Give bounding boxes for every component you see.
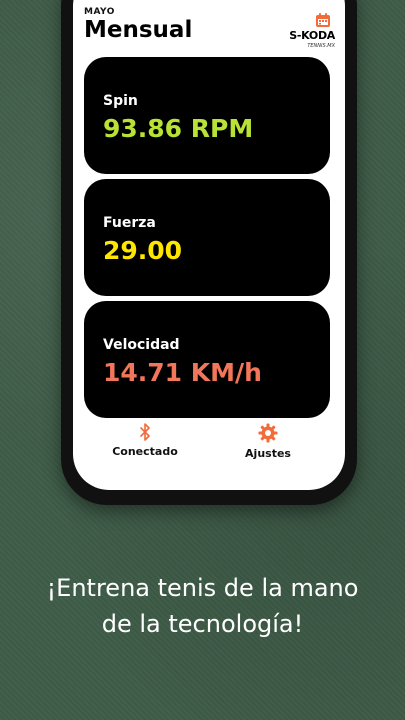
phone-screen: MAYO Mensual S-KODA TENNIS.MX Spin 93.86… <box>73 0 345 490</box>
nav-connected-button[interactable]: Conectado <box>95 423 195 458</box>
nav-settings-label: Ajustes <box>245 447 291 460</box>
tagline-line-1: ¡Entrena tenis de la mano <box>46 574 359 602</box>
spin-label: Spin <box>103 93 138 109</box>
calendar-icon[interactable] <box>315 12 331 28</box>
speed-value: 14.71 KM/h <box>103 358 262 387</box>
bluetooth-icon <box>140 423 150 441</box>
logo-text: S-KODA <box>289 29 335 42</box>
promo-tagline: ¡Entrena tenis de la mano de la tecnolog… <box>0 570 405 642</box>
gear-icon <box>258 423 278 443</box>
spin-card: Spin 93.86 RPM <box>84 57 330 174</box>
force-label: Fuerza <box>103 215 156 231</box>
speed-label: Velocidad <box>103 337 180 353</box>
page-title: Mensual <box>84 17 193 43</box>
brand-logo: S-KODA TENNIS.MX <box>275 12 337 52</box>
speed-card: Velocidad 14.71 KM/h <box>84 301 330 418</box>
nav-settings-button[interactable]: Ajustes <box>218 423 318 460</box>
force-value: 29.00 <box>103 236 183 265</box>
header: MAYO Mensual S-KODA TENNIS.MX <box>84 7 339 49</box>
month-label: MAYO <box>84 7 115 17</box>
spin-value: 93.86 RPM <box>103 114 254 143</box>
logo-subtext: TENNIS.MX <box>307 43 335 49</box>
force-card: Fuerza 29.00 <box>84 179 330 296</box>
tagline-line-2: de la tecnología! <box>101 610 304 638</box>
nav-connected-label: Conectado <box>112 445 178 458</box>
bottom-nav: Conectado Ajustes <box>73 423 345 473</box>
